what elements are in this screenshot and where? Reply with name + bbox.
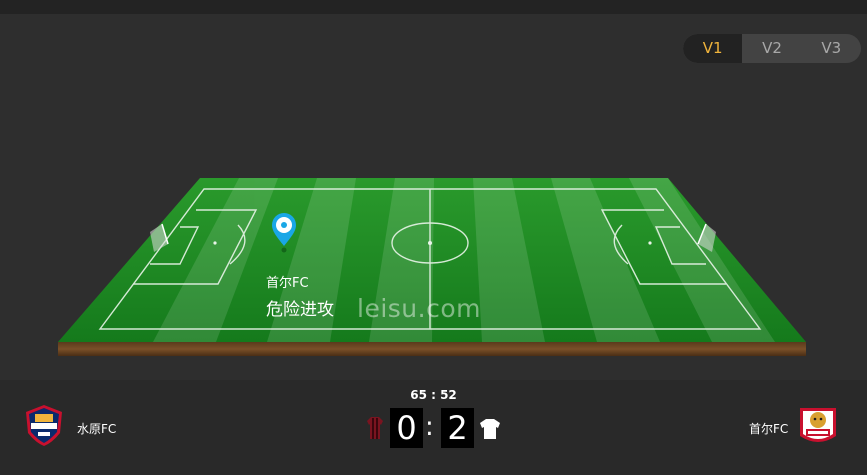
home-score: 0: [390, 408, 423, 448]
away-score: 2: [441, 408, 474, 448]
event-text: 危险进攻: [266, 300, 334, 320]
pitch-soil-edge: [58, 342, 806, 356]
pitch-area: 首尔FC 危险进攻 leisu.com: [0, 0, 867, 380]
event-label: 首尔FC 危险进攻: [266, 272, 334, 320]
center-spot: [428, 241, 432, 245]
suwon-fc-logo: [26, 405, 62, 446]
away-team-name: 首尔FC: [749, 422, 789, 436]
away-jersey-icon: [480, 419, 500, 439]
event-team: 首尔FC: [266, 276, 309, 291]
home-team-name: 水原FC: [77, 422, 117, 436]
home-jersey-icon: [367, 417, 383, 439]
seoul-fc-logo: [800, 408, 836, 442]
match-time: 65 : 52: [410, 388, 457, 402]
watermark: leisu.com: [357, 294, 481, 323]
right-penalty-spot: [648, 241, 652, 245]
score-separator: :: [425, 412, 434, 442]
left-penalty-spot: [213, 241, 217, 245]
football-pitch: [58, 178, 806, 356]
